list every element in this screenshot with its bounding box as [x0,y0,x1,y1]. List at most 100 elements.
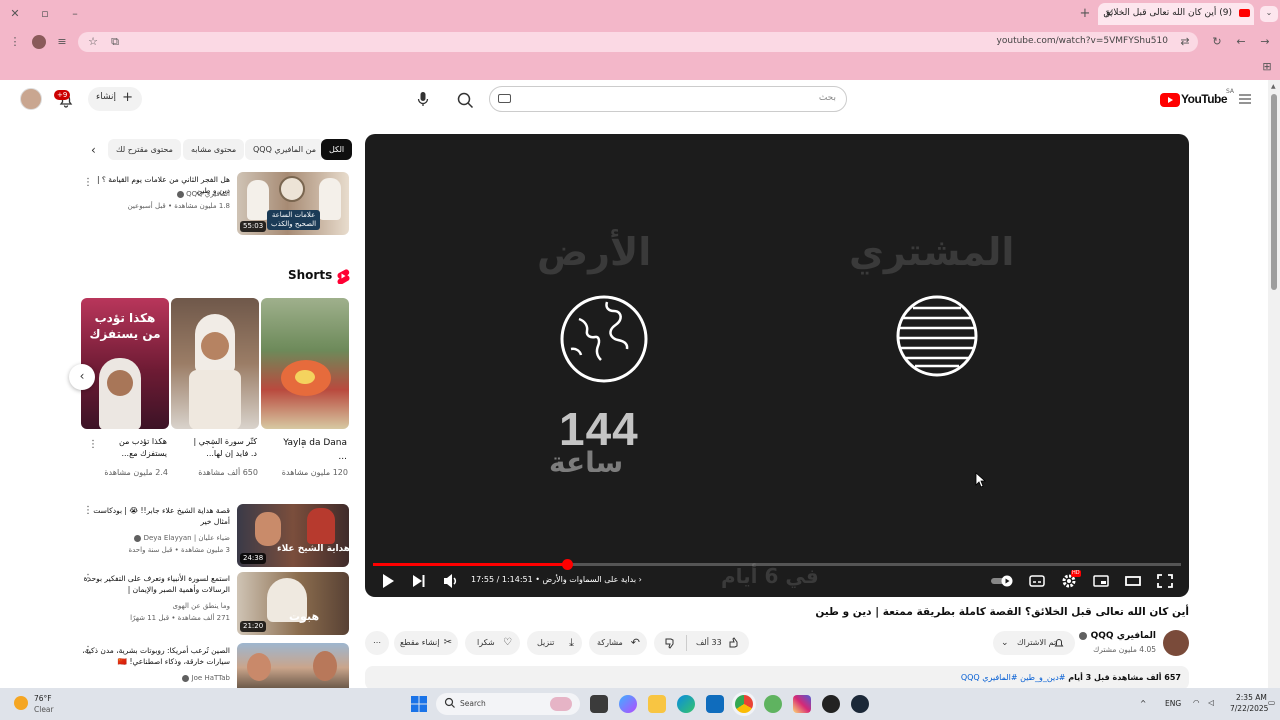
window-close-icon[interactable]: ✕ [8,7,22,21]
play-icon[interactable] [381,572,395,590]
edge-browser-icon[interactable] [677,695,695,713]
video-player[interactable]: الأرض المشتري 144 ساعة في 6 أيام 17:55 /… [365,134,1189,597]
subscribed-button[interactable]: ⌄ تم الاشتراك [993,631,1075,655]
more-actions-button[interactable]: ⋯ [365,631,389,655]
short-title[interactable]: كتّر سورة السجي | د. فايد إن لها... [191,436,257,460]
hashtags[interactable]: #دين_و_طين #المافيري QQQ [961,673,1066,682]
more-actions-icon[interactable]: ⋮ [208,440,218,450]
chip-all[interactable]: الكل [321,139,353,160]
clock-date[interactable]: 7/22/2025 [1230,704,1268,713]
tray-chevron-icon[interactable]: ^ [1140,699,1146,708]
channel-name-main[interactable]: المافيري QQQ [1079,631,1156,641]
language-indicator[interactable]: ENG [1165,699,1181,708]
short-title[interactable]: Yayla da Dana ... [281,436,347,464]
more-actions-icon[interactable]: ⋮ [83,646,93,656]
create-button[interactable]: إنشاء + [88,87,142,111]
chrome-browser-icon[interactable] [735,695,753,713]
file-explorer-icon[interactable] [648,695,666,713]
back-icon[interactable]: ← [1234,35,1248,49]
tab-search-icon[interactable]: ⌄ [1260,6,1278,22]
more-actions-icon[interactable]: ⋮ [298,440,308,450]
start-windows-icon[interactable] [410,695,428,713]
search-input[interactable]: بحث [489,86,847,112]
theater-mode-icon[interactable] [1125,572,1141,590]
notification-center-icon[interactable]: ▭ [1268,698,1275,707]
progress-bar[interactable] [373,559,1181,570]
customize-chrome-icon[interactable]: ≡ [55,35,69,49]
subtitles-icon[interactable] [1029,572,1045,590]
channel-avatar[interactable] [1163,630,1189,656]
chapter-title[interactable]: بداية على السماوات والأرض [543,575,637,584]
scroll-up-icon[interactable]: ▲ [1271,83,1276,90]
browser-menu-icon[interactable]: ⋮ [8,35,22,49]
account-avatar[interactable] [20,88,42,110]
autoplay-toggle[interactable] [991,575,1015,587]
voice-search-mic-icon[interactable] [415,90,431,108]
next-icon[interactable] [412,572,426,590]
taskbar-search-box[interactable]: Search [436,693,580,715]
dislike-button[interactable] [664,637,676,649]
search-icon[interactable] [452,87,478,113]
more-actions-icon[interactable]: ⋮ [83,506,93,516]
window-minimize-icon[interactable]: – [68,7,82,21]
bookmark-star-icon[interactable]: ☆ [86,35,100,49]
outlook-icon[interactable] [706,695,724,713]
profile-avatar[interactable] [32,35,46,49]
short-thumbnail-1[interactable] [261,298,349,429]
top-video-channel[interactable]: المافيري QQQ [176,189,230,199]
download-button[interactable]: تنزيل ⤓ [527,631,582,655]
video-thumbnail[interactable]: هبوت 21:20 [237,572,349,635]
fullscreen-icon[interactable] [1157,572,1173,590]
more-actions-icon[interactable]: ⋮ [83,574,93,584]
description-box[interactable]: 657 ألف مشاهدة قبل 3 أيام #دين_و_طين #ال… [365,666,1189,690]
copilot-icon[interactable] [619,695,637,713]
volume-tray-icon[interactable]: ◁ [1208,698,1214,707]
short-title[interactable]: هكذا تؤدب من يستفزك مع... [101,436,167,460]
like-count[interactable]: 33 ألف [696,631,722,655]
more-actions-icon[interactable]: ⋮ [83,178,93,188]
window-maximize-icon[interactable]: ▫ [38,7,52,21]
forward-icon[interactable]: → [1258,35,1272,49]
keyboard-icon[interactable] [498,94,511,103]
wifi-icon[interactable]: ◠ [1193,698,1200,707]
miniplayer-icon[interactable] [1093,572,1109,590]
clip-button[interactable]: إنشاء مقطع ✂ [394,631,458,655]
more-actions-icon[interactable]: ⋮ [88,440,98,450]
reload-icon[interactable]: ↻ [1210,35,1224,49]
video-thumbnail[interactable]: قصة هداية الشيخ علاء 24:38 [237,504,349,567]
video-channel[interactable]: Joe HaTTab [182,673,230,683]
video-thumbnail[interactable] [237,643,349,688]
video-title[interactable]: استمع لسورة الأنبياء وتعرف على التفكير ب… [80,573,230,595]
address-bar[interactable]: ☆ ⧉ youtube.com/watch?v=5VMFYShu510 ⇄ [78,32,1198,52]
site-settings-icon[interactable]: ⇄ [1178,35,1192,49]
clock-time[interactable]: 2:35 AM [1236,693,1267,702]
scrollbar-thumb[interactable] [1271,94,1277,290]
instagram-icon[interactable] [793,695,811,713]
volume-icon[interactable] [443,572,459,590]
app-icon[interactable] [822,695,840,713]
like-button[interactable] [728,637,740,649]
share-button[interactable]: مشاركة ↶ [589,631,647,655]
new-tab-button[interactable]: + [1078,7,1092,21]
chip-suggested[interactable]: محتوى مقترح لك [108,139,181,160]
chips-scroll-left-icon[interactable]: ‹ [91,143,96,157]
youtube-logo[interactable]: YouTube SA [1160,88,1234,108]
thanks-button[interactable]: شكرا ♡ [465,631,520,655]
top-video-thumbnail[interactable]: علامات الساعة الصحيح والكذب 55:03 [237,172,349,235]
settings-gear-icon[interactable]: HD [1061,570,1081,590]
active-tab[interactable]: × (9) أين كان الله تعالى قبل الخلائق [1098,3,1254,25]
install-app-icon[interactable]: ⧉ [108,35,122,49]
video-title[interactable]: قصة هداية الشيخ علاء جابر!! 😭 | بودكاست … [80,505,230,527]
progress-scrubber[interactable] [561,559,573,570]
shorts-scroll-left-icon[interactable]: ‹ [69,364,95,390]
page-scrollbar[interactable]: ▲ [1268,80,1280,688]
video-channel[interactable]: وما ينطق عن الهوى [173,601,230,611]
task-view-icon[interactable] [590,695,608,713]
hamburger-menu-icon[interactable] [1238,92,1252,106]
app-icon[interactable] [764,695,782,713]
video-title[interactable]: الصين تُرعب أمريكا: روبوتات بشرية، مدن ذ… [80,645,230,667]
apps-grid-icon[interactable]: ⊞ [1260,60,1274,74]
short-thumbnail-2[interactable] [171,298,259,429]
chip-similar[interactable]: محتوى مشابه [183,139,245,160]
weather-widget[interactable]: 76°F Clear [10,692,70,716]
